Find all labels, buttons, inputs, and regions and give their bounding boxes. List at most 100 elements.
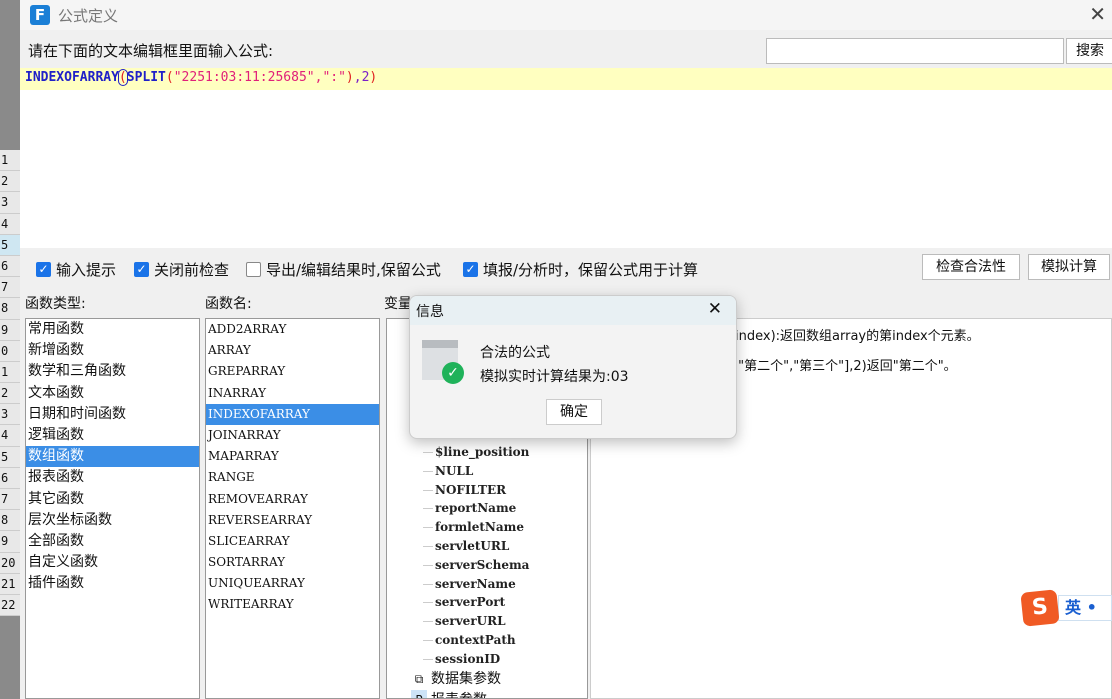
row-number[interactable]: 6 [0,256,20,278]
variable-item[interactable]: reportName [423,499,587,518]
row-number[interactable]: 4 [0,214,20,235]
function-item[interactable]: ARRAY [206,340,379,361]
variable-item[interactable]: serverName [423,575,587,594]
function-item[interactable]: INARRAY [206,383,379,404]
close-icon[interactable]: ✕ [708,299,722,319]
option-checkbox[interactable]: 导出/编辑结果时,保留公式 [246,259,441,280]
variable-item[interactable]: servletURL [423,537,587,556]
row-number[interactable]: 8 [0,510,20,532]
group-label: 数据集参数 [431,670,501,687]
ime-mode[interactable]: 英 • [1058,595,1112,621]
search-button[interactable]: 搜索 [1066,38,1112,64]
option-checkbox[interactable]: ✓ 关闭前检查 [134,259,229,280]
row-number[interactable]: 9 [0,531,20,553]
category-item[interactable]: 自定义函数 [26,552,199,573]
function-list[interactable]: ADD2ARRAY ARRAY GREPARRAY INARRAY INDEXOFARR… [205,318,380,699]
function-item[interactable]: SORTARRAY [206,552,379,573]
row-number[interactable]: 20 [0,553,20,574]
category-item[interactable]: 逻辑函数 [26,425,199,446]
message-result: 模拟实时计算结果为:03 [480,369,629,385]
close-icon[interactable]: ✕ [1089,2,1106,26]
app-logo-icon: F [30,5,50,25]
simulate-button[interactable]: 模拟计算 [1028,254,1110,280]
function-item[interactable]: WRITEARRAY [206,594,379,615]
formula-comma: , [353,70,362,85]
row-number[interactable]: 9 [0,320,20,341]
variable-item[interactable]: NOFILTER [423,481,587,500]
category-item[interactable]: 报表函数 [26,467,199,488]
variable-item[interactable]: formletName [423,518,587,537]
variable-item[interactable]: serverURL [423,612,587,631]
group-icon: ⧉ [414,671,424,686]
formula-string: ":" [322,70,346,85]
row-number[interactable]: 3 [0,404,20,426]
option-checkbox[interactable]: ✓ 填报/分析时，保留公式用于计算 [463,259,698,280]
function-item[interactable]: INDEXOFARRAY [206,403,379,425]
formula-function: INDEXOFARRAY [25,70,119,85]
category-item[interactable]: 文本函数 [26,383,199,404]
category-item[interactable]: 全部函数 [26,531,199,552]
category-item[interactable]: 数组函数 [26,446,199,468]
formula-editor[interactable]: INDEXOFARRAY(SPLIT("2251:03:11:25685",":… [20,68,1112,248]
formula-line[interactable]: INDEXOFARRAY(SPLIT("2251:03:11:25685",":… [20,68,1112,90]
variable-item[interactable]: serverPort [423,593,587,612]
checkbox-icon[interactable]: ✓ [134,262,149,277]
function-item[interactable]: JOINARRAY [206,425,379,446]
variable-item[interactable]: sessionID [423,650,587,669]
category-list[interactable]: 常用函数 新增函数 数学和三角函数 文本函数 日期和时间函数 逻辑函数 数组函数 报表函数 其它… [25,318,200,699]
row-number[interactable]: 4 [0,425,20,447]
category-item[interactable]: 其它函数 [26,489,199,510]
row-number[interactable]: 2 [0,383,20,405]
row-number[interactable]: 21 [0,574,20,595]
function-item[interactable]: SLICEARRAY [206,531,379,552]
check-validity-button[interactable]: 检查合法性 [922,254,1020,280]
row-number[interactable]: 2 [0,171,20,193]
row-number[interactable]: 6 [0,468,20,489]
variable-item[interactable]: contextPath [423,631,587,650]
row-number[interactable]: 0 [0,341,20,362]
row-number[interactable]: 1 [0,362,20,384]
row-number[interactable]: 22 [0,595,20,617]
function-item[interactable]: ADD2ARRAY [206,319,379,340]
checkbox-icon[interactable]: ✓ [463,262,478,277]
category-item[interactable]: 层次坐标函数 [26,510,199,531]
function-item[interactable]: REMOVEARRAY [206,489,379,510]
ok-button[interactable]: 确定 [546,399,602,425]
row-number[interactable]: 8 [0,298,20,320]
row-number[interactable]: 1 [0,150,20,172]
row-number[interactable]: 5 [0,447,20,468]
message-title: 信息 [416,304,444,320]
category-header: 函数类型: [25,296,86,312]
row-number[interactable]: 5 [0,234,20,256]
variable-header: 变量 [384,296,412,312]
function-item[interactable]: MAPARRAY [206,446,379,467]
formula-string: "2251:03:11:25685" [173,70,315,85]
category-item[interactable]: 新增函数 [26,340,199,361]
variable-item[interactable]: NULL [423,462,587,481]
group-label: 报表参数 [431,692,487,698]
variable-group[interactable]: ⧉ 数据集参数 [409,669,587,690]
option-checkbox[interactable]: ✓ 输入提示 [36,259,116,280]
message-line: 合法的公式 [480,345,550,361]
category-item[interactable]: 日期和时间函数 [26,404,199,425]
variable-item[interactable]: serverSchema [423,556,587,575]
category-item[interactable]: 数学和三角函数 [26,361,199,382]
variable-group[interactable]: P 报表参数 [409,689,587,698]
title-bar: F 公式定义 ✕ [20,0,1112,30]
function-item[interactable]: REVERSEARRAY [206,510,379,531]
category-item[interactable]: 常用函数 [26,319,199,340]
function-item[interactable]: RANGE [206,467,379,488]
row-number[interactable]: 3 [0,192,20,214]
category-item[interactable]: 插件函数 [26,573,199,594]
ime-toolbar[interactable]: S 英 • [1020,589,1112,627]
row-number[interactable]: 7 [0,277,20,299]
function-item[interactable]: GREPARRAY [206,361,379,382]
function-item[interactable]: UNIQUEARRAY [206,573,379,594]
checkbox-icon[interactable]: ✓ [36,262,51,277]
checkbox-icon[interactable] [246,262,261,277]
search-input[interactable] [766,38,1064,64]
variable-item[interactable]: $line_position [423,443,587,462]
sogou-logo-icon: S [1020,589,1060,627]
formula-paren: ( [117,69,128,86]
row-number[interactable]: 7 [0,489,20,511]
